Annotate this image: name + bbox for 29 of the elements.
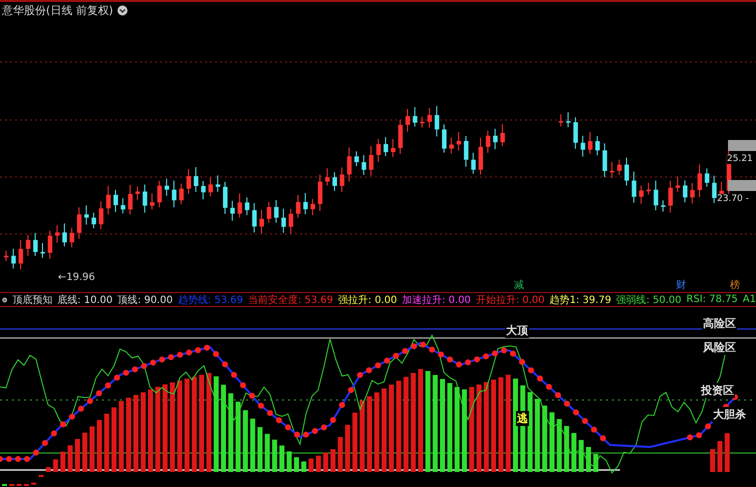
zone-label: 高险区 <box>702 316 737 331</box>
price-tag-box <box>728 180 756 191</box>
price-label: 25.21 <box>727 154 753 164</box>
zone-label: 大胆杀 <box>712 407 747 422</box>
legend-value: 加速拉升: 0.00 <box>402 294 471 306</box>
event-marker[interactable]: 财 <box>676 278 686 292</box>
zone-label: 投资区 <box>700 383 735 398</box>
event-marker[interactable]: 减 <box>514 278 524 292</box>
legend-value: 当前安全度: 53.69 <box>248 294 334 306</box>
legend-value: A1 <box>742 294 756 305</box>
chart-title: 意华股份(日线 前复权) <box>2 3 114 18</box>
legend-value: RSI: 78.75 <box>686 294 738 305</box>
legend-value: 强弱线: 50.00 <box>616 294 682 306</box>
price-tag-box <box>728 140 756 151</box>
zone-label: 大顶 <box>505 323 529 338</box>
dropdown-icon[interactable] <box>117 5 128 16</box>
signal-label: 逃 <box>516 411 529 426</box>
low-price-label: ←19.96 <box>58 272 96 283</box>
dropdown-icon[interactable] <box>2 294 8 304</box>
legend-value: 顶线: 90.00 <box>118 294 173 306</box>
legend-value: 强拉升: 0.00 <box>338 294 397 306</box>
legend-value: 底线: 10.00 <box>57 294 113 306</box>
indicator-name: 顶底预知 <box>12 294 52 306</box>
zone-label: 风险区 <box>702 340 737 355</box>
legend-value: 趋势线: 53.69 <box>178 294 243 306</box>
legend-value: 开始拉升: 0.00 <box>476 294 545 306</box>
price-label: 23.70 - <box>717 194 749 204</box>
event-marker[interactable]: 榜 <box>730 278 740 292</box>
legend-value: 趋势1: 39.79 <box>550 294 612 306</box>
